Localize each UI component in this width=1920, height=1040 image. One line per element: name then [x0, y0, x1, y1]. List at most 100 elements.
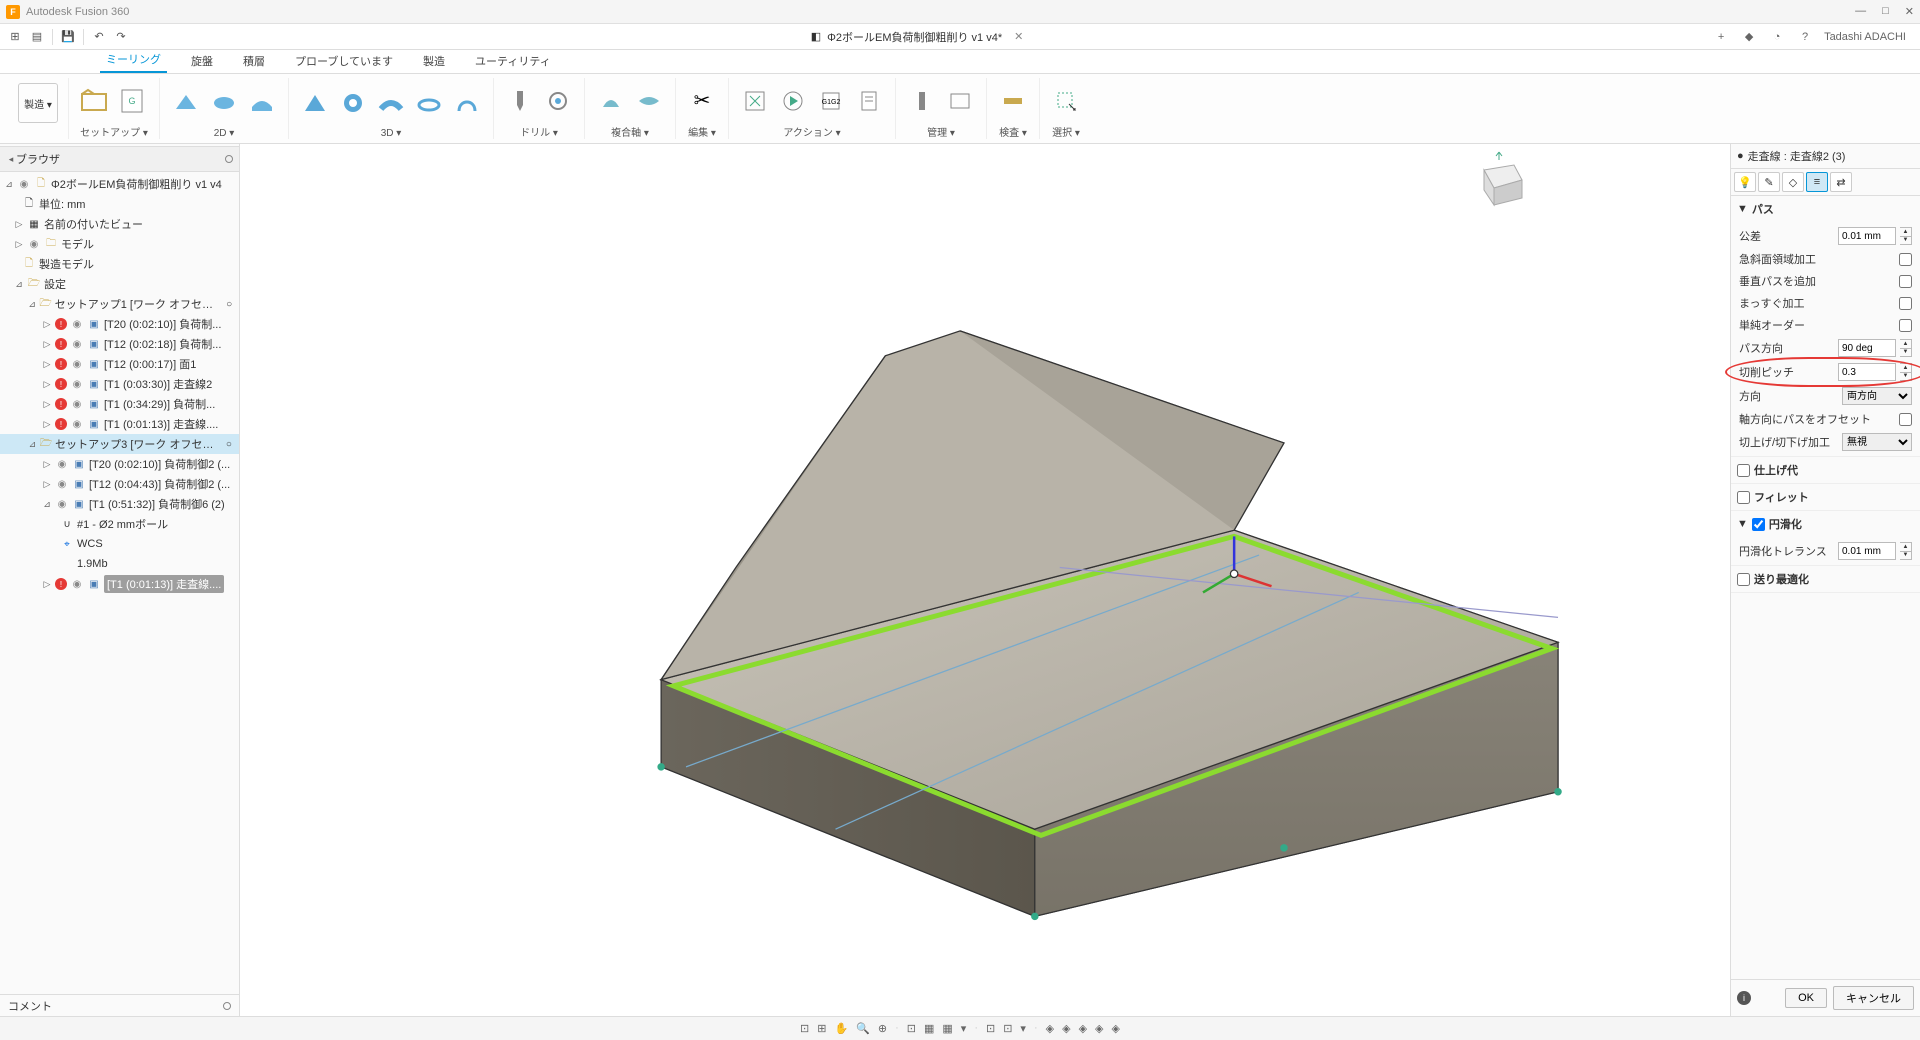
window-close[interactable]: ✕: [1905, 5, 1914, 18]
ribbon-setup-label[interactable]: セットアップ ▾: [80, 124, 148, 139]
nav-pan-icon[interactable]: ✋: [834, 1022, 848, 1035]
section-smoothing[interactable]: ▼円滑化: [1731, 511, 1920, 537]
file-icon[interactable]: ▤: [26, 26, 48, 48]
updown-select[interactable]: 無視: [1842, 433, 1912, 451]
tree-op[interactable]: ▷◉▣[T20 (0:02:10)] 負荷制御2 (...: [0, 454, 239, 474]
save-icon[interactable]: 💾: [57, 26, 79, 48]
stock-checkbox[interactable]: [1737, 464, 1750, 477]
browser-options-icon[interactable]: [225, 155, 233, 163]
viewcube[interactable]: [1464, 150, 1534, 220]
spinner[interactable]: ▲▼: [1900, 339, 1912, 357]
tab-milling[interactable]: ミーリング: [100, 47, 167, 73]
apps-grid-icon[interactable]: ⊞: [4, 26, 26, 48]
nav-display-icon[interactable]: ◈: [1062, 1022, 1070, 1035]
nav-icon[interactable]: ▦: [942, 1022, 952, 1035]
manage-tool-icon[interactable]: [906, 85, 938, 117]
prop-tab-geometry[interactable]: ✎: [1758, 172, 1780, 192]
tree-settings[interactable]: ⊿🗁設定: [0, 274, 239, 294]
ribbon-action-label[interactable]: アクション ▾: [783, 124, 840, 139]
info-icon[interactable]: i: [1737, 991, 1751, 1005]
inspect-measure-icon[interactable]: [997, 85, 1029, 117]
manage-library-icon[interactable]: [944, 85, 976, 117]
tree-op[interactable]: ▷!◉▣[T1 (0:03:30)] 走査線2: [0, 374, 239, 394]
nav-display-icon[interactable]: ◈: [1095, 1022, 1103, 1035]
setup-folder-icon[interactable]: [79, 85, 111, 117]
setup-gcode-icon[interactable]: G: [117, 85, 149, 117]
ribbon-2d-label[interactable]: 2D ▾: [214, 128, 235, 139]
orient-select[interactable]: 両方向: [1842, 387, 1912, 405]
tab-fabrication[interactable]: 製造: [417, 49, 451, 73]
tree-op[interactable]: ▷!◉▣[T12 (0:00:17)] 面1: [0, 354, 239, 374]
undo-icon[interactable]: ↶: [88, 26, 110, 48]
stepover-input[interactable]: [1838, 363, 1896, 381]
ribbon-3d-label[interactable]: 3D ▾: [381, 128, 402, 139]
prop-tab-passes[interactable]: ≡: [1806, 172, 1828, 192]
perp-checkbox[interactable]: [1899, 275, 1912, 288]
nav-icon[interactable]: ⊡: [1003, 1022, 1012, 1035]
tree-op[interactable]: ⊿◉▣[T1 (0:51:32)] 負荷制御6 (2): [0, 494, 239, 514]
ribbon-drill-label[interactable]: ドリル ▾: [520, 124, 558, 139]
cancel-button[interactable]: キャンセル: [1833, 986, 1914, 1010]
smooth-tol-input[interactable]: [1838, 542, 1896, 560]
window-minimize[interactable]: —: [1855, 5, 1866, 18]
tree-op[interactable]: ▷!◉▣[T1 (0:01:13)] 走査線....: [0, 414, 239, 434]
tree-wcs[interactable]: ⌖WCS: [0, 534, 239, 554]
3d-pocket-icon[interactable]: [337, 87, 369, 119]
tree-setup1[interactable]: ⊿🗁セットアップ1 [ワーク オフセット =既...○: [0, 294, 239, 314]
ribbon-manage-label[interactable]: 管理 ▾: [927, 124, 955, 139]
tree-root[interactable]: ⊿◉🗋Φ2ボールEM負荷制御粗削り v1 v4: [0, 174, 239, 194]
redo-icon[interactable]: ↷: [110, 26, 132, 48]
nav-icon[interactable]: ⊕: [878, 1022, 887, 1035]
select-icon[interactable]: [1050, 85, 1082, 117]
tab-additive[interactable]: 積層: [237, 49, 271, 73]
nav-icon[interactable]: ⊡: [800, 1022, 809, 1035]
action-sheet-icon[interactable]: [853, 85, 885, 117]
comments-options-icon[interactable]: [223, 1002, 231, 1010]
steep-checkbox[interactable]: [1899, 253, 1912, 266]
edit-scissors-icon[interactable]: ✂: [686, 85, 718, 117]
2d-contour-icon[interactable]: [208, 87, 240, 119]
2d-pocket-icon[interactable]: [246, 87, 278, 119]
3d-parallel-icon[interactable]: [375, 87, 407, 119]
tolerance-input[interactable]: [1838, 227, 1896, 245]
section-stock[interactable]: 仕上げ代: [1731, 457, 1920, 483]
drill-hole-icon[interactable]: [542, 85, 574, 117]
direction-input[interactable]: [1838, 339, 1896, 357]
straight-checkbox[interactable]: [1899, 297, 1912, 310]
tree-models[interactable]: ▷◉🗀モデル: [0, 234, 239, 254]
tab-turning[interactable]: 旋盤: [185, 49, 219, 73]
nav-icon[interactable]: ⊡: [907, 1022, 916, 1035]
drill-icon[interactable]: [504, 85, 536, 117]
feed-opt-checkbox[interactable]: [1737, 573, 1750, 586]
prop-tab-heights[interactable]: ◇: [1782, 172, 1804, 192]
prop-tab-linking[interactable]: ⇄: [1830, 172, 1852, 192]
nav-icon[interactable]: ▦: [924, 1022, 934, 1035]
tree-named-views[interactable]: ▷▦名前の付いたビュー: [0, 214, 239, 234]
action-simulate-icon[interactable]: [777, 85, 809, 117]
nav-zoom-icon[interactable]: 🔍: [856, 1022, 870, 1035]
tree-size[interactable]: 1.9Mb: [0, 554, 239, 574]
action-generate-icon[interactable]: [739, 85, 771, 117]
doc-close[interactable]: ✕: [1014, 30, 1023, 43]
browser-header[interactable]: ◂ブラウザ: [0, 146, 239, 172]
nav-icon[interactable]: ⊡: [986, 1022, 995, 1035]
new-design-icon[interactable]: +: [1712, 28, 1730, 46]
tree-setup3[interactable]: ⊿🗁セットアップ3 [ワーク オフセット =...○: [0, 434, 239, 454]
prop-tab-tool[interactable]: 💡: [1734, 172, 1756, 192]
nav-display-icon[interactable]: ◈: [1046, 1022, 1054, 1035]
window-maximize[interactable]: □: [1882, 5, 1889, 18]
extensions-icon[interactable]: ◆: [1740, 28, 1758, 46]
tab-utilities[interactable]: ユーティリティ: [469, 49, 557, 73]
tab-probing[interactable]: プローブしています: [289, 49, 399, 73]
action-post-icon[interactable]: G1G2: [815, 85, 847, 117]
tree-units[interactable]: 🗋単位: mm: [0, 194, 239, 214]
section-passes[interactable]: ▼パス: [1731, 196, 1920, 222]
nav-display-icon[interactable]: ◈: [1079, 1022, 1087, 1035]
3d-ramp-icon[interactable]: [451, 87, 483, 119]
spinner[interactable]: ▲▼: [1900, 363, 1912, 381]
section-fillet[interactable]: フィレット: [1731, 484, 1920, 510]
tree-op[interactable]: ▷!◉▣[T20 (0:02:10)] 負荷制...: [0, 314, 239, 334]
notifications-icon[interactable]: ◔: [1768, 28, 1786, 46]
section-feed-opt[interactable]: 送り最適化: [1731, 566, 1920, 592]
nav-icon[interactable]: ▾: [961, 1022, 967, 1035]
